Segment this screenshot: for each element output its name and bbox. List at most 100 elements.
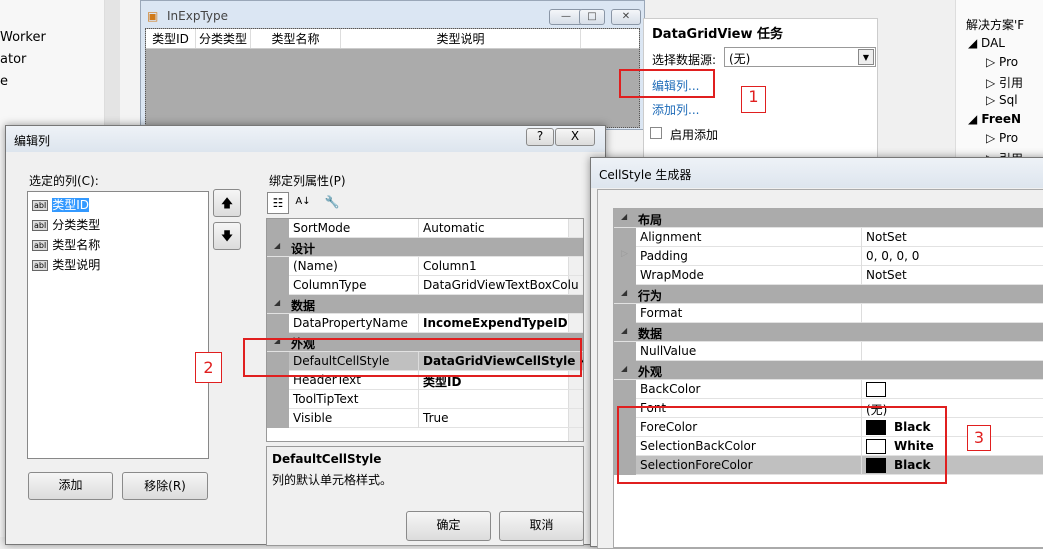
property-name: WrapMode <box>640 268 704 282</box>
property-value[interactable]: DataGridViewTextBoxColu <box>418 276 579 295</box>
cellstyle-property-grid[interactable]: ◢ 布局 Alignment NotSet ▷ Padding 0, 0, 0, 0 Wrap… <box>613 208 1043 548</box>
property-value[interactable]: Column1 <box>418 257 568 276</box>
expand-icon[interactable]: ▷ <box>621 249 628 259</box>
property-value-text: IncomeExpendTypeID <box>423 316 568 330</box>
property-row[interactable]: BackColor <box>614 380 1043 399</box>
column-property-grid[interactable]: SortMode Automatic ◢ 设计 (Name) Column1 ColumnT… <box>266 218 584 442</box>
tree-node[interactable]: ▷ Sql <box>986 93 1018 107</box>
property-value-text: DataGridViewTextBoxColu <box>423 278 579 292</box>
annotation-label-2: 2 <box>195 352 222 383</box>
property-row[interactable]: (Name) Column1 <box>267 257 583 276</box>
column-header[interactable]: 类型ID <box>146 29 196 48</box>
add-column-link[interactable]: 添加列... <box>652 101 699 118</box>
column-name: 类型说明 <box>52 258 101 272</box>
property-value[interactable]: 0, 0, 0, 0 <box>861 247 1043 266</box>
property-category[interactable]: ◢ 布局 <box>614 209 1043 228</box>
column-header[interactable]: 类型名称 <box>251 29 341 48</box>
chevron-down-icon[interactable]: ▼ <box>858 49 874 65</box>
property-row[interactable]: WrapMode NotSet <box>614 266 1043 285</box>
collapse-icon[interactable]: ◢ <box>621 364 627 373</box>
property-value[interactable]: IncomeExpendTypeID <box>418 314 568 333</box>
solution-node[interactable]: 解决方案'F <box>966 16 1024 33</box>
collapse-icon[interactable]: ◢ <box>274 298 280 307</box>
annotation-box-1 <box>619 69 715 98</box>
collapse-icon[interactable]: ◢ <box>621 288 627 297</box>
category-label: 布局 <box>638 213 663 227</box>
categorized-icon[interactable]: ☷ <box>267 192 289 214</box>
property-category[interactable]: ◢ 数据 <box>614 323 1043 342</box>
collapse-icon[interactable]: ◢ <box>621 326 627 335</box>
close-button[interactable]: X <box>555 128 595 146</box>
move-up-button[interactable]: 🡅 <box>213 189 241 217</box>
tree-node[interactable]: ▷ Pro <box>986 55 1018 69</box>
help-button[interactable]: ? <box>526 128 554 146</box>
datasource-value: (无) <box>729 52 751 66</box>
textbox-column-icon: abl <box>32 220 49 231</box>
column-list-item[interactable]: abl 类型说明 <box>32 256 100 273</box>
close-button[interactable]: ✕ <box>611 9 641 25</box>
property-row[interactable]: Format <box>614 304 1043 323</box>
property-category[interactable]: ◢ 行为 <box>614 285 1043 304</box>
toolbox-item[interactable]: e <box>0 74 8 89</box>
property-row[interactable]: Alignment NotSet <box>614 228 1043 247</box>
property-row[interactable]: DataPropertyName IncomeExpendTypeID <box>267 314 583 333</box>
collapse-icon[interactable]: ◢ <box>274 241 280 250</box>
move-down-button[interactable]: 🡇 <box>213 222 241 250</box>
column-list-item[interactable]: abl 分类类型 <box>32 216 100 233</box>
remove-button[interactable]: 移除(R) <box>122 472 208 500</box>
minimize-button[interactable]: — <box>549 9 583 25</box>
property-name: DataPropertyName <box>293 316 408 330</box>
property-value[interactable]: Automatic <box>418 219 568 238</box>
column-header[interactable]: 类型说明 <box>341 29 581 48</box>
enable-add-checkbox[interactable] <box>650 127 662 139</box>
property-value[interactable] <box>418 390 568 409</box>
property-value[interactable] <box>861 342 1043 361</box>
property-value[interactable] <box>861 304 1043 323</box>
property-value-text: 0, 0, 0, 0 <box>866 249 920 263</box>
property-row[interactable]: ColumnType DataGridViewTextBoxColu <box>267 276 583 295</box>
property-value[interactable] <box>861 380 1043 399</box>
property-pages-icon[interactable]: 🔧 <box>322 192 342 214</box>
property-value[interactable]: NotSet <box>861 266 1043 285</box>
property-row[interactable]: ToolTipText <box>267 390 583 409</box>
property-value[interactable]: True <box>418 409 568 428</box>
property-name: ColumnType <box>293 278 367 292</box>
category-label: 数据 <box>638 327 663 341</box>
column-header[interactable]: 分类类型 <box>196 29 251 48</box>
toolbox-item[interactable]: Worker <box>0 30 46 45</box>
annotation-box-2 <box>243 338 582 377</box>
property-row[interactable]: NullValue <box>614 342 1043 361</box>
color-swatch <box>866 382 886 397</box>
enable-add-label: 启用添加 <box>670 128 719 142</box>
maximize-button[interactable]: □ <box>579 9 605 25</box>
property-row[interactable]: Visible True <box>267 409 583 428</box>
toolbox-item[interactable]: ator <box>0 52 26 67</box>
add-button[interactable]: 添加 <box>28 472 113 500</box>
tasks-title: DataGridView 任务 <box>652 27 784 42</box>
tree-label: Sql <box>999 93 1018 107</box>
project-node[interactable]: ◢ DAL <box>968 36 1005 50</box>
solution-explorer: 解决方案'F ◢ DAL ▷ Pro ▷ 引用 ▷ Sql ◢ FreeN ▷ … <box>955 0 1043 170</box>
tree-node[interactable]: ▷ 引用 <box>986 74 1023 91</box>
column-list-item[interactable]: abl 类型名称 <box>32 236 100 253</box>
property-value[interactable]: NotSet <box>861 228 1043 247</box>
tree-node[interactable]: ▷ Pro <box>986 131 1018 145</box>
property-category[interactable]: ◢ 设计 <box>267 238 583 257</box>
property-name: ToolTipText <box>293 392 359 406</box>
property-row[interactable]: ▷ Padding 0, 0, 0, 0 <box>614 247 1043 266</box>
column-list-item[interactable]: abl 类型ID <box>32 196 89 213</box>
datagridview[interactable]: 类型ID 分类类型 类型名称 类型说明 <box>145 28 640 128</box>
property-name: Padding <box>640 249 688 263</box>
sort-alphabetical-icon[interactable]: A↓ <box>293 192 313 214</box>
property-row[interactable]: SortMode Automatic <box>267 219 583 238</box>
project-node[interactable]: ◢ FreeN <box>968 112 1021 126</box>
selected-columns-list[interactable]: abl 类型ID abl 分类类型 abl 类型名称 abl 类型说明 <box>27 191 209 459</box>
column-name: 类型名称 <box>52 238 101 252</box>
column-name: 类型ID <box>52 198 89 212</box>
property-category[interactable]: ◢ 数据 <box>267 295 583 314</box>
datasource-select[interactable]: (无) ▼ <box>724 47 876 67</box>
property-category[interactable]: ◢ 外观 <box>614 361 1043 380</box>
properties-label: 绑定列属性(P) <box>269 174 346 188</box>
collapse-icon[interactable]: ◢ <box>621 212 627 221</box>
property-value-text: Automatic <box>423 221 485 235</box>
